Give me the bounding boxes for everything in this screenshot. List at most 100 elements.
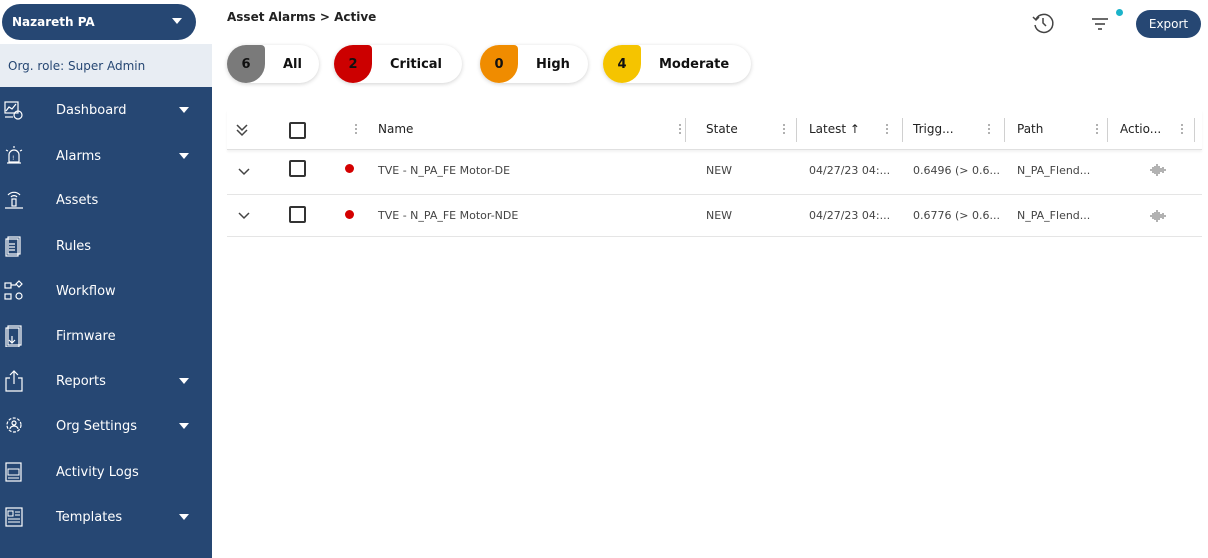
breadcrumb: Asset Alarms > Active	[227, 10, 377, 24]
chip-label: High	[536, 56, 570, 72]
sidebar-item-assets[interactable]: Assets	[0, 177, 212, 223]
column-divider[interactable]	[685, 118, 686, 142]
alarm-state: NEW	[706, 209, 733, 222]
sidebar-header: Nazareth PA Org. role: Super Admin	[0, 0, 212, 87]
chevron-down-icon	[179, 153, 189, 159]
row-checkbox[interactable]	[289, 206, 306, 223]
row-checkbox[interactable]	[289, 160, 306, 177]
templates-icon	[5, 507, 23, 527]
sidebar-item-label: Assets	[56, 192, 99, 208]
column-menu-icon[interactable]	[884, 120, 890, 140]
alarm-name[interactable]: TVE - N_PA_FE Motor-NDE	[378, 209, 518, 222]
column-menu-icon[interactable]	[986, 120, 992, 140]
filter-chip-critical[interactable]: 2 Critical	[334, 45, 462, 83]
asset-icon	[5, 191, 23, 209]
chevron-down-icon[interactable]	[237, 209, 251, 223]
sidebar-item-label: Org Settings	[56, 418, 138, 434]
sidebar-item-label: Templates	[56, 509, 123, 525]
alarm-state: NEW	[706, 164, 733, 177]
table-header: Name State Latest ↑ Trigg... Path Actio.…	[227, 110, 1202, 150]
chip-label: All	[283, 56, 302, 72]
svg-text:!: !	[12, 155, 14, 162]
column-header-name[interactable]: Name	[378, 122, 413, 136]
column-divider[interactable]	[902, 118, 903, 142]
table-row[interactable]: TVE - N_PA_FE Motor-DE NEW 04/27/23 04:.…	[227, 150, 1202, 195]
workflow-icon	[4, 280, 23, 300]
column-divider[interactable]	[1004, 118, 1005, 142]
sidebar-item-org-settings[interactable]: Org Settings	[0, 403, 212, 449]
waveform-icon[interactable]	[1150, 164, 1166, 176]
sidebar-item-dashboard[interactable]: Dashboard	[0, 87, 212, 133]
sidebar-item-rules[interactable]: Rules	[0, 223, 212, 269]
alarm-latest: 04/27/23 04:...	[809, 164, 891, 177]
chevron-down-icon	[179, 107, 189, 113]
select-all-checkbox[interactable]	[289, 122, 306, 139]
app-root: Nazareth PA Org. role: Super Admin Dashb…	[0, 0, 1208, 558]
count-badge: 2	[334, 45, 372, 83]
alarm-name[interactable]: TVE - N_PA_FE Motor-DE	[378, 164, 510, 177]
activity-logs-icon	[5, 462, 22, 482]
org-selector[interactable]: Nazareth PA	[2, 4, 196, 40]
column-header-actions[interactable]: Actio...	[1120, 122, 1161, 136]
alarm-path: N_PA_Flend...	[1017, 209, 1091, 222]
sidebar-item-label: Alarms	[56, 148, 102, 164]
column-menu-icon[interactable]	[677, 120, 683, 140]
chip-label: Moderate	[659, 56, 730, 72]
org-settings-icon	[6, 417, 22, 433]
column-header-latest[interactable]: Latest ↑	[809, 122, 860, 136]
sidebar-item-label: Activity Logs	[56, 464, 139, 480]
sidebar-item-activity-logs[interactable]: Activity Logs	[0, 449, 212, 495]
column-menu-icon[interactable]	[1094, 120, 1100, 140]
chevron-down-icon[interactable]	[237, 165, 251, 179]
critical-severity-dot	[345, 210, 354, 219]
filter-active-indicator	[1116, 9, 1123, 16]
count-badge: 6	[227, 45, 265, 83]
main-content: Asset Alarms > Active Export 6 All 2 Cri…	[212, 0, 1208, 558]
sidebar-item-label: Dashboard	[56, 102, 127, 118]
sidebar-item-label: Reports	[56, 373, 106, 389]
alarm-triggered: 0.6776 (> 0.6...	[913, 209, 1000, 222]
column-header-state[interactable]: State	[706, 122, 738, 136]
chevron-down-icon	[179, 514, 189, 520]
column-divider[interactable]	[1194, 118, 1195, 142]
column-header-triggered[interactable]: Trigg...	[913, 122, 954, 136]
sidebar-item-reports[interactable]: Reports	[0, 358, 212, 404]
chip-label: Critical	[390, 56, 443, 72]
column-menu-icon[interactable]	[353, 120, 359, 140]
filter-chip-all[interactable]: 6 All	[227, 45, 319, 83]
filter-icon[interactable]	[1088, 10, 1114, 36]
rules-icon	[5, 236, 21, 257]
column-menu-icon[interactable]	[1179, 120, 1185, 140]
history-icon[interactable]	[1030, 10, 1056, 36]
sidebar: Nazareth PA Org. role: Super Admin Dashb…	[0, 0, 212, 558]
filter-chip-moderate[interactable]: 4 Moderate	[603, 45, 751, 83]
alarm-triggered: 0.6496 (> 0.6...	[913, 164, 1000, 177]
dashboard-icon	[4, 101, 23, 120]
sidebar-item-firmware[interactable]: Firmware	[0, 313, 212, 359]
chevron-down-icon	[172, 18, 182, 24]
waveform-icon[interactable]	[1150, 210, 1166, 222]
column-header-path[interactable]: Path	[1017, 122, 1043, 136]
sidebar-item-label: Rules	[56, 238, 92, 254]
org-role-label: Org. role: Super Admin	[0, 44, 212, 87]
sidebar-item-label: Workflow	[56, 283, 116, 299]
sidebar-item-workflow[interactable]: Workflow	[0, 268, 212, 314]
firmware-icon	[5, 325, 22, 347]
sidebar-item-alarms[interactable]: ! Alarms	[0, 133, 212, 179]
table-row[interactable]: TVE - N_PA_FE Motor-NDE NEW 04/27/23 04:…	[227, 195, 1202, 237]
column-divider[interactable]	[1107, 118, 1108, 142]
sidebar-item-templates[interactable]: Templates	[0, 494, 212, 540]
org-name: Nazareth PA	[12, 15, 95, 29]
chevron-down-icon	[179, 378, 189, 384]
export-button[interactable]: Export	[1136, 10, 1201, 38]
expand-all-icon[interactable]	[235, 122, 249, 138]
chevron-down-icon	[179, 423, 189, 429]
count-badge: 4	[603, 45, 641, 83]
column-divider[interactable]	[796, 118, 797, 142]
filter-chip-high[interactable]: 0 High	[480, 45, 588, 83]
alarm-path: N_PA_Flend...	[1017, 164, 1091, 177]
alarm-latest: 04/27/23 04:...	[809, 209, 891, 222]
count-badge: 0	[480, 45, 518, 83]
critical-severity-dot	[345, 164, 354, 173]
column-menu-icon[interactable]	[781, 120, 787, 140]
